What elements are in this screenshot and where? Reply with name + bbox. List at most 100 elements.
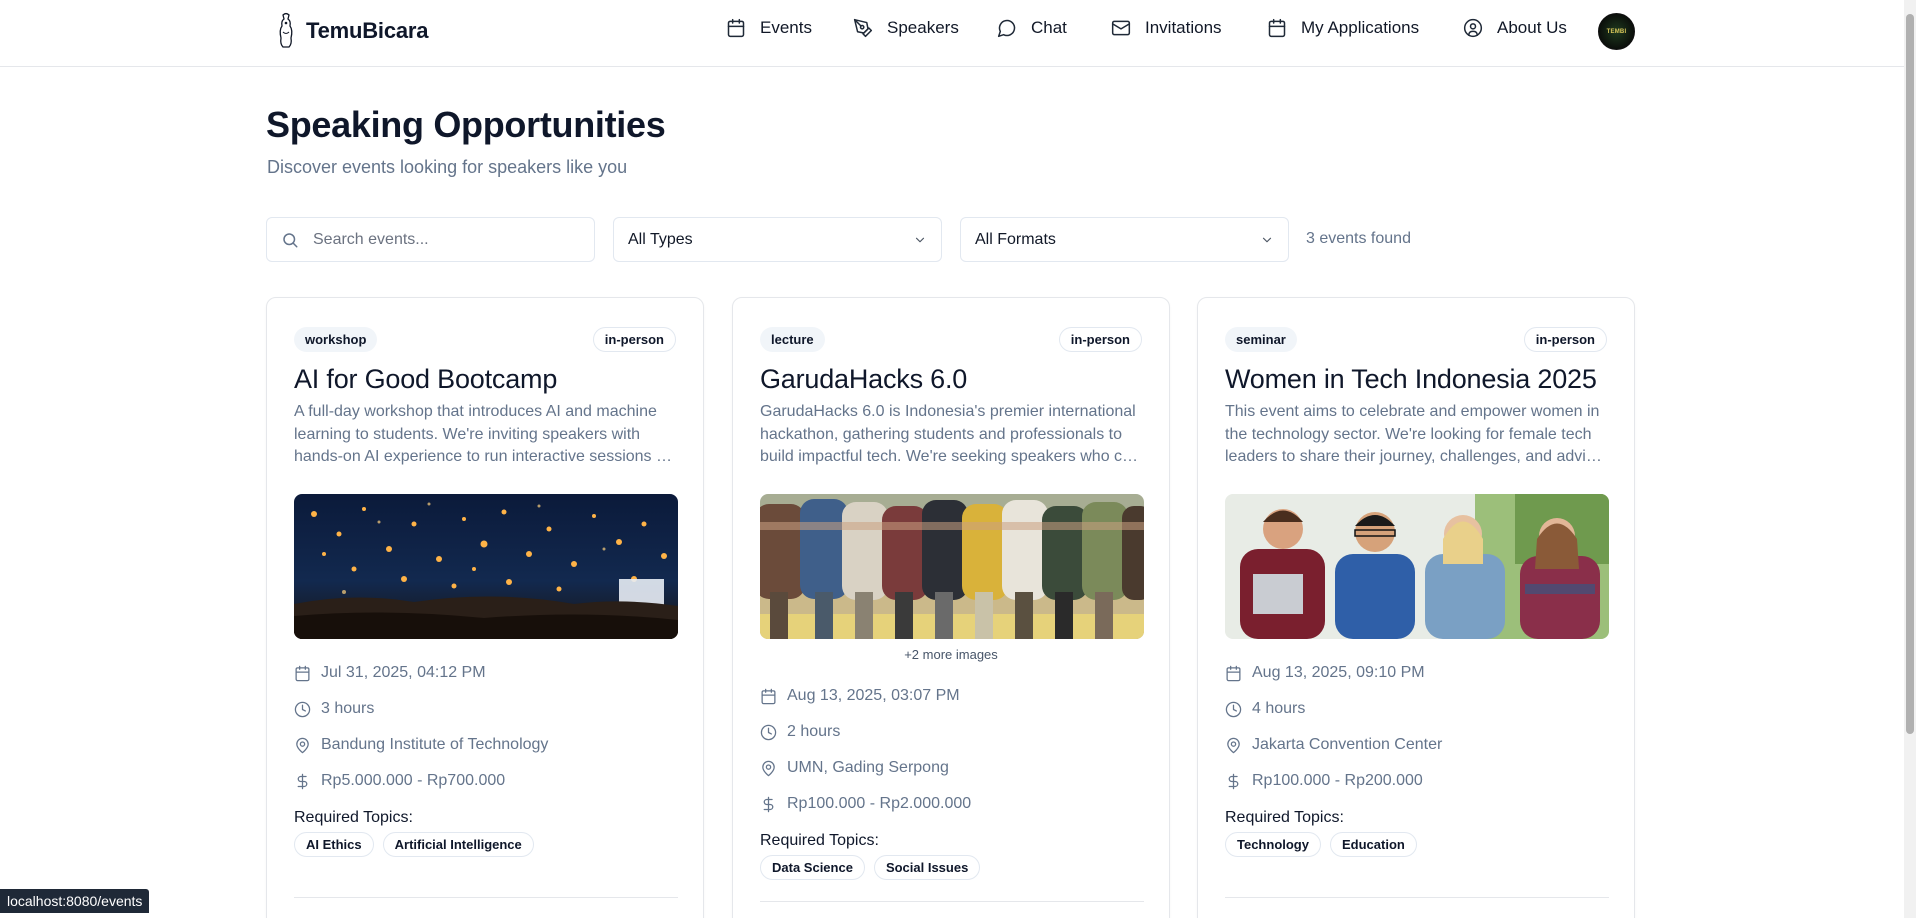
brand[interactable]: TemuBicara xyxy=(276,12,429,50)
card-divider xyxy=(760,901,1144,902)
event-duration: 4 hours xyxy=(1225,700,1305,718)
status-bar-url: localhost:8080/events xyxy=(0,889,150,913)
event-location: Jakarta Convention Center xyxy=(1225,736,1442,754)
event-card[interactable]: workshop in-person AI for Good Bootcamp … xyxy=(266,297,704,918)
event-duration-text: 2 hours xyxy=(787,723,841,740)
event-title[interactable]: AI for Good Bootcamp xyxy=(294,364,557,395)
event-date: Jul 31, 2025, 04:12 PM xyxy=(294,664,486,682)
topic-tags: Technology Education xyxy=(1225,832,1417,857)
event-duration-text: 3 hours xyxy=(321,700,375,717)
required-topics-label: Required Topics: xyxy=(760,832,879,849)
event-duration: 3 hours xyxy=(294,700,374,718)
event-image[interactable] xyxy=(294,494,678,639)
nav-about-label: About Us xyxy=(1497,18,1567,37)
event-type-badge: seminar xyxy=(1225,327,1297,352)
format-select-value: All Formats xyxy=(975,230,1056,248)
event-location-text: Bandung Institute of Technology xyxy=(321,736,549,753)
event-date-text: Aug 13, 2025, 03:07 PM xyxy=(787,687,960,704)
search-input[interactable] xyxy=(267,218,594,261)
event-fee: Rp100.000 - Rp200.000 xyxy=(1225,772,1423,790)
avatar-text: TEMBI xyxy=(1606,28,1627,35)
nav-chat-label: Chat xyxy=(1031,18,1067,37)
map-pin-icon xyxy=(762,760,775,776)
event-duration-text: 4 hours xyxy=(1252,700,1306,717)
results-count: 3 events found xyxy=(1306,230,1411,247)
format-select[interactable]: All Formats xyxy=(960,217,1289,262)
chevron-down-icon xyxy=(915,237,925,243)
nav-my-applications-label: My Applications xyxy=(1301,18,1420,37)
event-format-badge: in-person xyxy=(1523,327,1607,352)
event-description: This event aims to celebrate and empower… xyxy=(1225,403,1603,465)
event-description: A full-day workshop that introduces AI a… xyxy=(294,403,674,465)
calendar-icon xyxy=(761,688,776,704)
event-location: UMN, Gading Serpong xyxy=(760,759,949,777)
event-format-badge: in-person xyxy=(1058,327,1142,352)
event-fee: Rp100.000 - Rp2.000.000 xyxy=(760,795,971,813)
page: TemuBicara Events Speakers Chat Invitati… xyxy=(0,0,1916,918)
calendar-icon xyxy=(295,665,310,681)
calendar-icon xyxy=(727,18,745,38)
logo-icon xyxy=(279,12,293,48)
nav-speakers-label: Speakers xyxy=(887,18,959,37)
clock-icon xyxy=(294,701,311,717)
nav-about[interactable]: About Us xyxy=(1463,18,1567,38)
event-title[interactable]: GarudaHacks 6.0 xyxy=(760,364,967,395)
event-duration: 2 hours xyxy=(760,723,840,741)
nav-invitations[interactable]: Invitations xyxy=(1111,18,1222,38)
nav-invitations-label: Invitations xyxy=(1145,18,1222,37)
event-fee-text: Rp100.000 - Rp2.000.000 xyxy=(787,795,972,812)
more-images-label[interactable]: +2 more images xyxy=(733,647,1169,662)
event-title[interactable]: Women in Tech Indonesia 2025 xyxy=(1225,364,1597,395)
map-pin-icon xyxy=(296,737,309,753)
type-select-value: All Types xyxy=(628,230,693,248)
event-location-text: Jakarta Convention Center xyxy=(1252,736,1443,753)
topic-tag: Social Issues xyxy=(873,855,981,880)
event-date-text: Jul 31, 2025, 04:12 PM xyxy=(321,664,486,681)
card-divider xyxy=(294,897,678,898)
lantern-festival-image xyxy=(294,494,678,639)
scrollbar-thumb[interactable] xyxy=(1906,14,1914,734)
event-image[interactable] xyxy=(760,494,1144,639)
card-divider xyxy=(1225,897,1609,898)
calendar-icon xyxy=(1226,665,1241,681)
map-pin-icon xyxy=(1227,737,1240,753)
topic-tag: Technology xyxy=(1225,832,1321,857)
event-card[interactable]: lecture in-person GarudaHacks 6.0 Garuda… xyxy=(732,297,1170,918)
dollar-icon xyxy=(297,773,308,789)
clock-icon xyxy=(760,724,777,740)
chat-bubble-icon xyxy=(997,19,1016,38)
topic-tags: AI Ethics Artificial Intelligence xyxy=(294,832,534,857)
chevron-down-icon xyxy=(1262,237,1272,243)
avatar[interactable]: TEMBI xyxy=(1598,13,1635,50)
nav-my-applications[interactable]: My Applications xyxy=(1267,18,1419,38)
required-topics-label: Required Topics: xyxy=(1225,809,1344,826)
nav-speakers[interactable]: Speakers xyxy=(853,18,959,38)
user-circle-icon xyxy=(1463,18,1483,38)
event-fee-text: Rp100.000 - Rp200.000 xyxy=(1252,772,1423,789)
nav-events-label: Events xyxy=(760,18,812,37)
nav-chat[interactable]: Chat xyxy=(997,18,1067,38)
mail-icon xyxy=(1111,20,1131,36)
page-subtitle: Discover events looking for speakers lik… xyxy=(267,157,628,177)
event-type-badge: lecture xyxy=(760,327,825,352)
nav-events[interactable]: Events xyxy=(726,18,812,38)
event-location: Bandung Institute of Technology xyxy=(294,736,548,754)
event-date: Aug 13, 2025, 03:07 PM xyxy=(760,687,960,705)
event-card[interactable]: seminar in-person Women in Tech Indonesi… xyxy=(1197,297,1635,918)
event-image[interactable] xyxy=(1225,494,1609,639)
event-date: Aug 13, 2025, 09:10 PM xyxy=(1225,664,1425,682)
brand-name: TemuBicara xyxy=(306,18,429,43)
top-navbar: TemuBicara Events Speakers Chat Invitati… xyxy=(0,0,1916,67)
event-format-badge: in-person xyxy=(592,327,676,352)
page-title: Speaking Opportunities xyxy=(266,104,666,145)
topic-tag: Data Science xyxy=(760,855,865,880)
group-hug-image xyxy=(760,494,1144,639)
event-date-text: Aug 13, 2025, 09:10 PM xyxy=(1252,664,1425,681)
students-image xyxy=(1225,494,1609,639)
type-select[interactable]: All Types xyxy=(613,217,942,262)
topic-tags: Data Science Social Issues xyxy=(760,855,981,880)
event-description: GarudaHacks 6.0 is Indonesia's premier i… xyxy=(760,403,1140,465)
clock-icon xyxy=(1225,701,1242,717)
event-fee-text: Rp5.000.000 - Rp700.000 xyxy=(321,772,506,789)
dollar-icon xyxy=(763,796,774,812)
